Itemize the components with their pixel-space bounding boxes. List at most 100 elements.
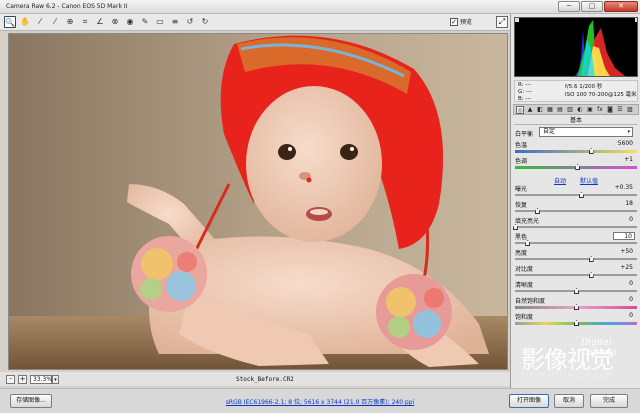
cancel-button[interactable]: 取消 bbox=[554, 394, 584, 408]
spot-removal-tool[interactable]: ⊗ bbox=[109, 16, 121, 28]
exposure-info: f/5.6 1/200 秒 bbox=[565, 84, 603, 90]
panel-tab-9[interactable]: fx bbox=[596, 106, 604, 114]
close-button[interactable]: ✕ bbox=[604, 1, 638, 12]
green-readout: G: --- bbox=[518, 89, 532, 95]
zoom-tool[interactable]: 🔍 bbox=[4, 16, 16, 28]
bottom-bar: 存储图像... sRGB IEC61966-2.1; 8 位; 5616 x 3… bbox=[0, 388, 640, 413]
graduated-filter-tool[interactable]: ▭ bbox=[154, 16, 166, 28]
zoom-dropdown-icon[interactable]: ▾ bbox=[52, 375, 59, 384]
saturation-value-field[interactable]: 0 bbox=[613, 312, 635, 320]
fill-light-value-field[interactable]: 0 bbox=[613, 216, 635, 224]
image-preview[interactable] bbox=[8, 33, 508, 370]
tint-slider: 色调 +1 bbox=[515, 156, 637, 174]
zoom-out-button[interactable]: - bbox=[6, 375, 15, 384]
tint-label: 色调 bbox=[515, 158, 528, 165]
panel-tab-2[interactable]: ▲ bbox=[526, 106, 534, 114]
panel-tab-5[interactable]: ▤ bbox=[556, 106, 564, 114]
zoom-in-button[interactable]: + bbox=[18, 375, 27, 384]
red-readout: R: --- bbox=[518, 82, 532, 88]
maximize-button[interactable]: □ bbox=[581, 1, 603, 12]
window-controls: ─ □ ✕ bbox=[558, 1, 638, 12]
contrast-value-field[interactable]: +25 bbox=[613, 264, 635, 272]
exposure-thumb[interactable] bbox=[578, 192, 584, 198]
panel-tab-7[interactable]: ◐ bbox=[576, 106, 584, 114]
title-bar: Camera Raw 6.2 - Canon EOS 5D Mark II ─ … bbox=[0, 0, 640, 14]
clarity-value-field[interactable]: 0 bbox=[613, 280, 635, 288]
chevron-down-icon: ▾ bbox=[627, 129, 630, 135]
red-eye-tool[interactable]: ◉ bbox=[124, 16, 136, 28]
done-button[interactable]: 完成 bbox=[590, 394, 628, 408]
panel-tab-6[interactable]: ▥ bbox=[566, 106, 574, 114]
fill-light-label: 填充亮光 bbox=[515, 218, 540, 225]
temp-track[interactable] bbox=[515, 150, 637, 153]
panel-tab-3[interactable]: ◧ bbox=[536, 106, 544, 114]
preview-toggle[interactable]: ✓ 预览 bbox=[450, 17, 472, 26]
white-balance-select[interactable]: 自定 ▾ bbox=[539, 127, 633, 137]
recovery-label: 恢复 bbox=[515, 202, 528, 209]
exposure-label: 曝光 bbox=[515, 186, 528, 193]
watermark-url: WWW.DCMAGCN.COM bbox=[521, 370, 614, 379]
watermark-en: Digital Camera bbox=[581, 338, 617, 358]
open-image-button[interactable]: 打开图像 bbox=[509, 394, 549, 408]
color-sampler-tool[interactable]: ⁄ bbox=[49, 16, 61, 28]
workflow-options-link[interactable]: sRGB IEC61966-2.1; 8 位; 5616 x 3744 (21.… bbox=[200, 397, 440, 406]
fill-light-track[interactable] bbox=[515, 226, 637, 228]
file-name: Stock_Before.CR2 bbox=[236, 376, 294, 383]
targeted-adjustment-tool[interactable]: ⊕ bbox=[64, 16, 76, 28]
blacks-track[interactable] bbox=[515, 242, 637, 244]
lens-info: ISO 100 70-200@125 毫米 bbox=[565, 92, 637, 98]
recovery-track[interactable] bbox=[515, 210, 637, 212]
panel-tab-10[interactable]: ◙ bbox=[606, 106, 614, 114]
brightness-track[interactable] bbox=[515, 258, 637, 260]
panel-tab-8[interactable]: ▣ bbox=[586, 106, 594, 114]
clarity-thumb[interactable] bbox=[574, 288, 579, 294]
panel-tab-1[interactable]: ◎ bbox=[516, 105, 524, 114]
section-title: 基本 bbox=[514, 116, 638, 125]
saturation-thumb[interactable] bbox=[574, 320, 579, 326]
preferences-tool[interactable]: ≡ bbox=[169, 16, 181, 28]
rotate-left-tool[interactable]: ↺ bbox=[184, 16, 196, 28]
hand-tool[interactable]: ✋ bbox=[19, 16, 31, 28]
zoom-bar: - + 33.3% ▾ Stock_Before.CR2 bbox=[0, 372, 510, 386]
saturation-label: 饱和度 bbox=[515, 314, 534, 321]
white-balance-tool[interactable]: ⁄ bbox=[34, 16, 46, 28]
tint-value-field[interactable]: +1 bbox=[613, 156, 635, 164]
exposure-track[interactable] bbox=[515, 194, 637, 196]
contrast-thumb[interactable] bbox=[588, 272, 594, 278]
recovery-thumb[interactable] bbox=[534, 208, 540, 214]
vibrance-value-field[interactable]: 0 bbox=[613, 296, 635, 304]
panel-tab-12[interactable]: ▧ bbox=[626, 106, 634, 114]
brightness-thumb[interactable] bbox=[588, 256, 594, 262]
brightness-value-field[interactable]: +50 bbox=[613, 248, 635, 256]
temp-value-field[interactable]: 5600 bbox=[613, 140, 635, 148]
panel-tab-11[interactable]: ☰ bbox=[616, 106, 624, 114]
crop-tool[interactable]: ⌗ bbox=[79, 16, 91, 28]
minimize-button[interactable]: ─ bbox=[558, 1, 580, 12]
straighten-tool[interactable]: ∠ bbox=[94, 16, 106, 28]
preview-label: 预览 bbox=[460, 19, 473, 26]
recovery-value-field[interactable]: 18 bbox=[613, 200, 635, 208]
blacks-value-field[interactable]: 10 bbox=[613, 232, 635, 240]
panel-tab-4[interactable]: ▦ bbox=[546, 106, 554, 114]
save-image-button[interactable]: 存储图像... bbox=[10, 394, 52, 408]
zoom-level-field[interactable]: 33.3% bbox=[30, 375, 52, 384]
baby-photo bbox=[9, 34, 507, 369]
toolbar: 🔍 ✋ ⁄ ⁄ ⊕ ⌗ ∠ ⊗ ◉ ✎ ▭ ≡ ↺ ↻ ✓ 预览 ⤢ bbox=[0, 14, 510, 31]
adjustment-brush-tool[interactable]: ✎ bbox=[139, 16, 151, 28]
temp-thumb[interactable] bbox=[588, 148, 594, 154]
rotate-right-tool[interactable]: ↻ bbox=[199, 16, 211, 28]
saturation-slider: 饱和度 0 bbox=[515, 312, 637, 330]
vibrance-thumb[interactable] bbox=[574, 304, 579, 310]
tint-thumb[interactable] bbox=[575, 164, 581, 170]
window-title: Camera Raw 6.2 - Canon EOS 5D Mark II bbox=[6, 3, 128, 10]
preview-checkbox[interactable]: ✓ bbox=[450, 17, 458, 26]
exposure-value-field[interactable]: +0.35 bbox=[613, 184, 635, 192]
watermark: 影像视觉 Digital Camera WWW.DCMAGCN.COM bbox=[521, 338, 637, 384]
blue-readout: B: --- bbox=[518, 96, 532, 102]
contrast-track[interactable] bbox=[515, 274, 637, 276]
white-balance-label: 白平衡 bbox=[515, 131, 534, 138]
contrast-label: 对比度 bbox=[515, 266, 534, 273]
vibrance-label: 自然饱和度 bbox=[515, 298, 546, 305]
fullscreen-button[interactable]: ⤢ bbox=[496, 16, 508, 28]
white-balance-value: 自定 bbox=[543, 128, 556, 135]
